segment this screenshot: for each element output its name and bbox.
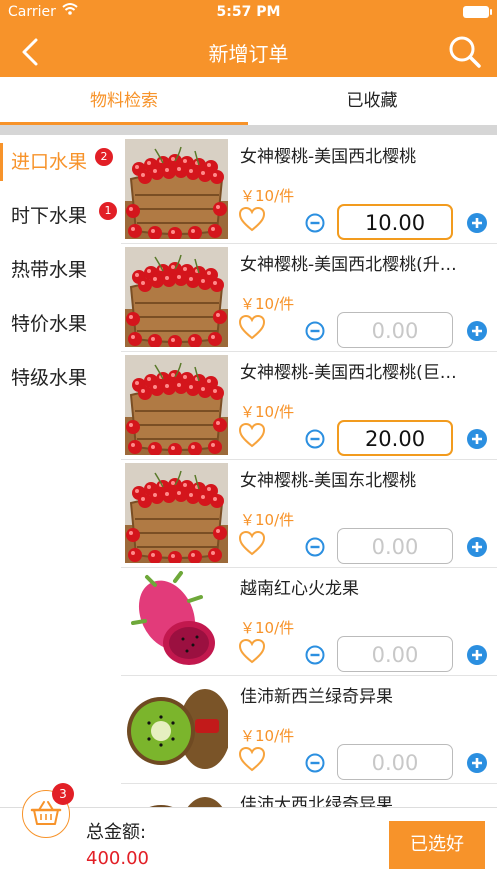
plus-circle-icon [467,645,487,665]
product-price: ￥10/件 [240,295,295,313]
product-name: 女神樱桃-美国西北樱桃 [240,147,417,167]
product-thumbnail[interactable] [125,571,228,671]
product-name: 越南红心火龙果 [240,579,359,599]
category-item-special-price[interactable]: 特价水果 [0,297,121,351]
product-price: ￥10/件 [240,511,295,529]
product-thumbnail[interactable] [125,139,228,239]
increase-quantity-button[interactable] [467,213,487,233]
quantity-input[interactable]: 10.00 [337,204,453,240]
tab-material-search[interactable]: 物料检索 [0,77,248,125]
product-price: ￥10/件 [240,187,295,205]
decrease-quantity-button[interactable] [305,753,325,773]
category-label: 进口水果 [11,151,88,173]
product-price: ￥10/件 [240,619,295,637]
category-label: 特价水果 [11,313,88,335]
product-thumbnail[interactable] [125,463,228,563]
total-amount-value: 400.00 [86,848,149,869]
minus-circle-icon [305,429,325,449]
increase-quantity-button[interactable] [467,645,487,665]
quantity-input[interactable]: 0.00 [337,636,453,672]
category-label: 特级水果 [11,367,88,389]
battery-icon [463,6,492,18]
page-title: 新增订单 [208,42,289,66]
search-icon [449,36,481,68]
confirm-selection-button[interactable]: 已选好 [389,821,485,869]
favorite-heart-icon[interactable] [238,746,266,772]
product-name: 女神樱桃-美国西北樱桃(升… [240,255,457,275]
category-item-seasonal[interactable]: 时下水果 1 [0,189,121,243]
product-row[interactable]: 女神樱桃-美国西北樱桃(升… ￥10/件 0.00 [121,243,497,352]
product-name: 女神樱桃-美国东北樱桃 [240,471,417,491]
favorite-heart-icon[interactable] [238,530,266,556]
product-price: ￥10/件 [240,403,295,421]
plus-circle-icon [467,429,487,449]
product-list[interactable]: 女神樱桃-美国西北樱桃 ￥10/件 10.00 女神樱桃-美国西北樱桃(升… ￥10/件… [121,135,497,807]
category-label: 热带水果 [11,259,88,281]
total-amount-label: 总金额: [86,822,147,843]
product-row[interactable]: 女神樱桃-美国西北樱桃 ￥10/件 10.00 [121,135,497,244]
category-badge: 2 [95,148,113,166]
quantity-input[interactable]: 20.00 [337,420,453,456]
decrease-quantity-button[interactable] [305,429,325,449]
decrease-quantity-button[interactable] [305,537,325,557]
plus-circle-icon [467,321,487,341]
category-item-tropical[interactable]: 热带水果 [0,243,121,297]
product-thumbnail[interactable] [125,787,228,807]
search-button[interactable] [445,32,485,72]
favorite-heart-icon[interactable] [238,314,266,340]
product-row[interactable]: 越南红心火龙果 ￥10/件 0.00 [121,567,497,676]
clock-label: 5:57 PM [216,4,281,20]
favorite-heart-icon[interactable] [238,638,266,664]
header-bar: Carrier 5:57 PM 新增订单 [0,0,497,77]
product-name: 佳沛大西北绿奇异果 [240,795,393,807]
minus-circle-icon [305,645,325,665]
favorite-heart-icon[interactable] [238,422,266,448]
plus-circle-icon [467,537,487,557]
decrease-quantity-button[interactable] [305,321,325,341]
quantity-input[interactable]: 0.00 [337,744,453,780]
product-row[interactable]: 佳沛新西兰绿奇异果 ￥10/件 0.00 [121,675,497,784]
bottom-bar: 3 总金额: 400.00 已选好 [0,783,497,884]
product-row[interactable]: 女神樱桃-美国东北樱桃 ￥10/件 0.00 [121,459,497,568]
tab-bar: 物料检索 已收藏 [0,77,497,125]
product-row[interactable]: 佳沛大西北绿奇异果 [121,783,497,807]
cart-count-badge: 3 [52,783,74,805]
product-name: 佳沛新西兰绿奇异果 [240,687,393,707]
tab-favorites[interactable]: 已收藏 [248,77,496,125]
minus-circle-icon [305,537,325,557]
section-divider [0,125,497,135]
product-thumbnail[interactable] [125,679,228,779]
navigation-bar: 新增订单 [0,26,497,77]
favorite-heart-icon[interactable] [238,206,266,232]
quantity-input[interactable]: 0.00 [337,312,453,348]
product-thumbnail[interactable] [125,355,228,455]
increase-quantity-button[interactable] [467,753,487,773]
category-item-premium[interactable]: 特级水果 [0,351,121,405]
increase-quantity-button[interactable] [467,429,487,449]
category-label: 时下水果 [11,205,88,227]
category-item-imported[interactable]: 进口水果 2 [0,135,121,189]
product-thumbnail[interactable] [125,247,228,347]
category-badge: 1 [99,202,117,220]
decrease-quantity-button[interactable] [305,213,325,233]
minus-circle-icon [305,213,325,233]
increase-quantity-button[interactable] [467,321,487,341]
product-row[interactable]: 女神樱桃-美国西北樱桃(巨… ￥10/件 20.00 [121,351,497,460]
increase-quantity-button[interactable] [467,537,487,557]
plus-circle-icon [467,753,487,773]
minus-circle-icon [305,753,325,773]
status-bar: Carrier 5:57 PM [0,0,497,26]
product-price: ￥10/件 [240,727,295,745]
product-name: 女神樱桃-美国西北樱桃(巨… [240,363,457,383]
minus-circle-icon [305,321,325,341]
plus-circle-icon [467,213,487,233]
quantity-input[interactable]: 0.00 [337,528,453,564]
decrease-quantity-button[interactable] [305,645,325,665]
category-sidebar: 进口水果 2 时下水果 1 热带水果 特价水果 特级水果 [0,135,122,807]
